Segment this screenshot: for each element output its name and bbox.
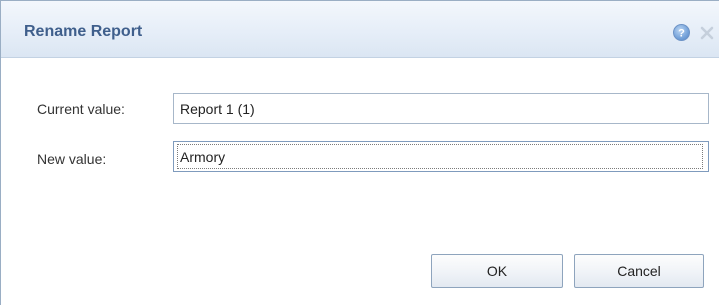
close-icon[interactable]	[699, 25, 715, 41]
dialog-title: Rename Report	[24, 23, 143, 40]
close-icon-glyph	[700, 26, 714, 40]
svg-text:?: ?	[678, 28, 685, 40]
dialog-titlebar: Rename Report ?	[1, 1, 719, 58]
new-value-label: New value:	[37, 151, 107, 167]
current-value-label: Current value:	[37, 101, 125, 117]
help-icon-glyph: ?	[678, 28, 685, 40]
cancel-button[interactable]: Cancel	[574, 254, 704, 288]
rename-report-dialog: Rename Report ? Current value: New value…	[0, 0, 719, 305]
new-value-field[interactable]	[173, 141, 709, 172]
help-icon[interactable]: ?	[673, 24, 690, 41]
ok-button[interactable]: OK	[431, 254, 563, 288]
current-value-field	[173, 93, 709, 124]
